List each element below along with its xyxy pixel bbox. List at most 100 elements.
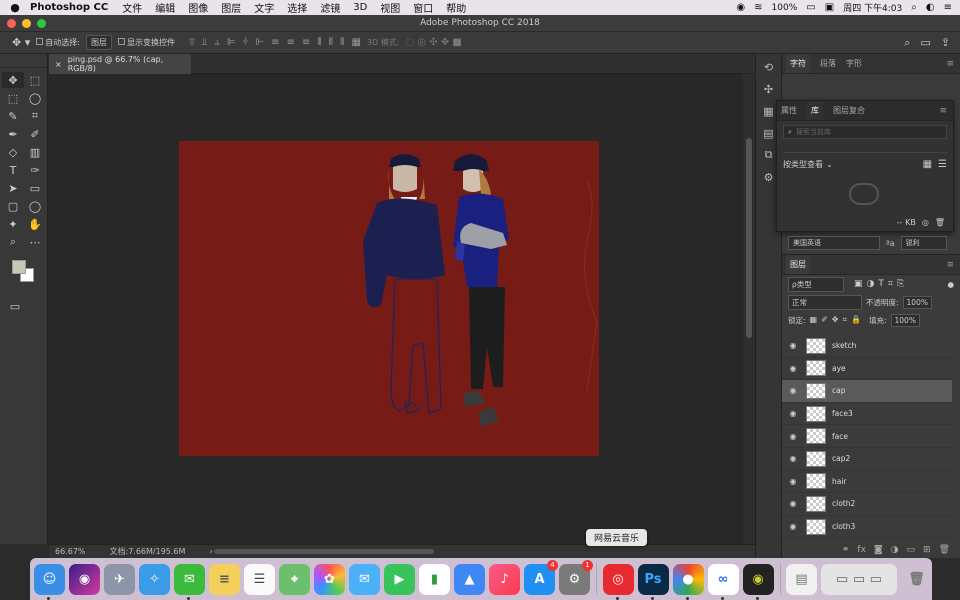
layer-name[interactable]: face3 [832,409,853,418]
tab-character[interactable]: 字符 [786,54,810,73]
artboard[interactable] [179,141,599,456]
list-view-icon[interactable]: ☰ [938,159,947,170]
lock-icons[interactable]: ▦✐✥⌗🔒 [810,315,865,325]
menu-image[interactable]: 图像 [188,0,208,15]
trash-icon[interactable]: 🗑 [935,218,945,227]
menu-file[interactable]: 文件 [122,0,142,15]
menu-edit[interactable]: 编辑 [155,0,175,15]
wechat-icon[interactable]: ✉ [174,563,205,600]
search-icon[interactable]: ⌕ [904,36,910,50]
input-method-icon[interactable]: ▣ [825,2,834,13]
add-mask-icon[interactable]: ◙ [874,545,883,555]
layer-row[interactable]: ◉ face3 [782,403,952,426]
path-select-tool-icon[interactable]: ➤ [2,180,24,196]
document-icon[interactable]: ▤ [786,563,817,595]
wechat-status-icon[interactable]: ◉ [736,2,745,13]
vertical-scrollbar[interactable] [743,74,755,544]
artboard-tool-icon[interactable]: ⬚ [24,72,46,88]
share-icon[interactable]: ⇪ [941,36,950,50]
visibility-eye-icon[interactable]: ◉ [782,341,804,350]
sync-icon[interactable]: ◎ [922,218,929,227]
close-tab-icon[interactable]: × [55,60,62,69]
keynote-icon[interactable]: ▲ [454,563,485,595]
facetime-icon[interactable]: ▶ [384,563,415,595]
siri-status-icon[interactable]: ◐ [926,2,935,13]
visibility-eye-icon[interactable]: ◉ [782,522,804,531]
notes-icon[interactable]: ≡ [209,563,240,595]
align-hcenter-icon[interactable]: ⫩ [243,37,249,48]
marquee-tool-icon[interactable]: ⬚ [2,90,24,106]
siri-icon[interactable]: ◉ [69,563,100,595]
align-vcenter-icon[interactable]: ⫫ [202,37,208,48]
align-top-icon[interactable]: ⫪ [189,37,195,48]
language-dropdown[interactable]: 美国英语 [788,236,880,250]
library-search[interactable]: ⌕ 搜索当前库 [783,125,947,139]
menu-window[interactable]: 窗口 [413,0,433,15]
menu-select[interactable]: 选择 [287,0,307,15]
layer-name[interactable]: hair [832,477,847,486]
launchpad-icon[interactable]: ✈ [104,563,135,595]
tab-libraries[interactable]: 库 [807,101,823,120]
new-layer-icon[interactable]: ⊞ [923,545,931,555]
layer-row[interactable]: ◉ sketch [782,335,952,358]
align-right-icon[interactable]: ⊩ [255,37,264,48]
zoom-level[interactable]: 66.67% [55,547,86,556]
menu-view[interactable]: 视图 [380,0,400,15]
music-icon[interactable]: ♪ [489,563,520,595]
auto-select-checkbox[interactable]: 自动选择: [36,37,80,48]
app-store-icon[interactable]: A4 [524,559,558,595]
visibility-eye-icon[interactable]: ◉ [782,364,804,373]
tab-glyphs[interactable]: 字形 [846,58,862,69]
new-group-icon[interactable]: ▭ [907,545,916,555]
tab-properties[interactable]: 属性 [781,105,797,116]
chrome-icon[interactable]: ● [672,563,704,600]
quick-select-tool-icon[interactable]: ✎ [2,108,24,124]
layer-row[interactable]: ◉ cap2 [782,448,952,471]
status-menu-arrow[interactable]: › [209,547,212,556]
delete-layer-icon[interactable]: 🗑 [939,545,950,555]
netease-music-icon[interactable]: ◎ [602,563,634,600]
layer-name[interactable]: face [832,432,848,441]
system-preferences-icon[interactable]: ⚙ 1 [559,559,593,595]
move-tool-icon[interactable]: ✥ [2,72,24,88]
horizontal-scrollbar[interactable] [214,549,434,554]
messages-icon[interactable]: ✉ [349,563,380,595]
layer-name[interactable]: cloth3 [832,522,855,531]
workspace-icon[interactable]: ▭ [920,36,930,50]
canvas-area[interactable] [49,74,743,544]
panel-menu-icon[interactable]: ≡ [946,59,954,69]
distribute-left-icon[interactable]: ⦀ [317,37,321,48]
finder-icon[interactable]: ☺ [34,563,65,600]
document-tab[interactable]: × ping.psd @ 66.7% (cap, RGB/8) [49,54,191,74]
move-tool-icon[interactable]: ✥ ▾ [12,36,30,49]
search-icon[interactable]: ⌕ [911,2,917,13]
tools-grip[interactable] [0,54,47,68]
view-by-type[interactable]: 按类型查看 [783,159,823,170]
brush-presets-icon[interactable]: ✣ [756,80,781,98]
layer-row[interactable]: ◉ cloth2 [782,493,952,516]
screenshot-icon[interactable]: ▭ ▭ ▭ [821,563,897,595]
tab-paragraph[interactable]: 段落 [820,58,836,69]
safari-icon[interactable]: ✧ [139,563,170,595]
visibility-eye-icon[interactable]: ◉ [782,477,804,486]
zoom-tool-icon[interactable]: ⌕ [2,234,24,250]
link-layers-icon[interactable]: ⚭ [842,545,850,555]
layer-name[interactable]: cloth2 [832,499,855,508]
layer-name[interactable]: cap2 [832,454,850,463]
baidu-netdisk-icon[interactable]: ∞ [707,563,739,600]
notification-center-icon[interactable]: ≡ [944,2,952,13]
ellipse-tool-icon[interactable]: ◯ [24,198,46,214]
history-icon[interactable]: ⟲ [756,58,781,76]
trash-icon[interactable]: 🗑 [901,564,932,595]
distribute-bottom-icon[interactable]: ≡ [302,37,310,48]
apple-menu-icon[interactable]: ● [0,1,30,14]
layer-name[interactable]: aye [832,364,846,373]
layer-style-icon[interactable]: fx [857,545,866,555]
wifi-icon[interactable]: ≋ [754,2,762,13]
blend-mode-dropdown[interactable]: 正常 [788,294,862,310]
tab-layers[interactable]: 图层 [786,255,810,274]
layer-filter-icons[interactable]: ▣◑T⌗⎘ [854,279,908,289]
opacity-field[interactable]: 100% [902,295,932,309]
layers-menu-icon[interactable]: ≡ [946,260,954,270]
layer-row[interactable]: ◉ face [782,425,952,448]
